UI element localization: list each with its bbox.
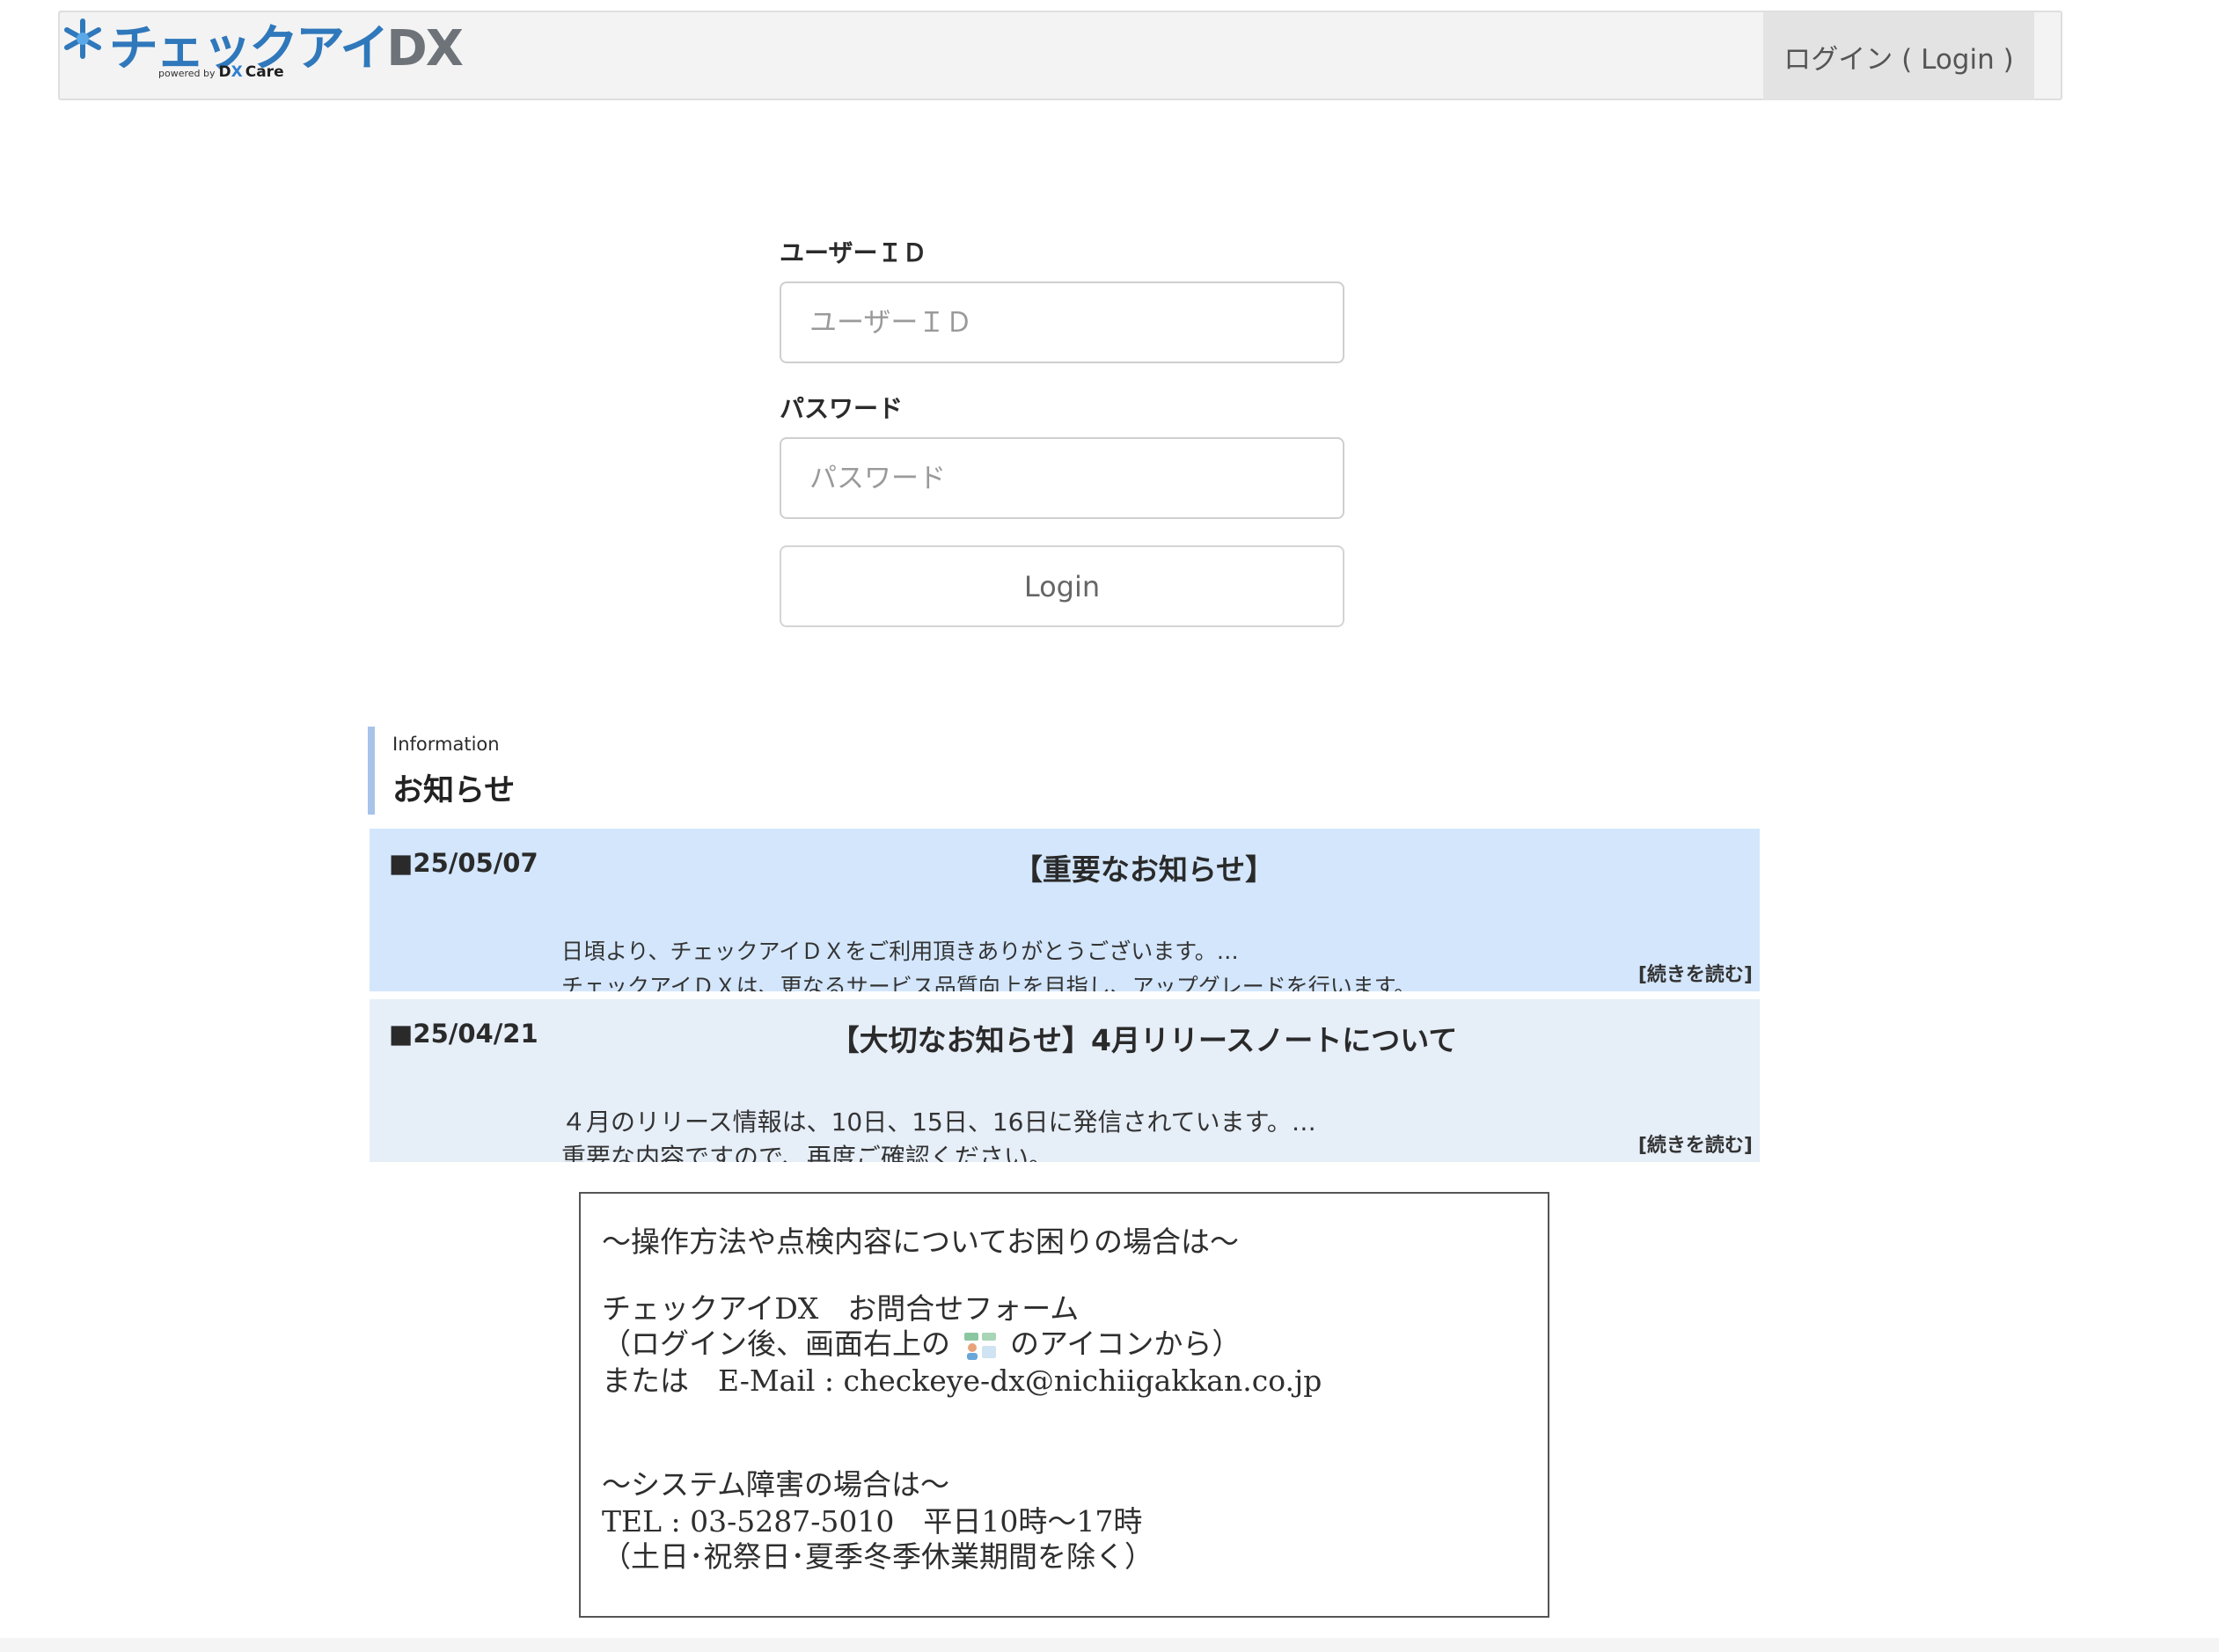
notice-body: 日頃より、チェックアイＤＸをご利用頂きありがとうございます。… チェックアイＤＸ… (561, 939, 1417, 991)
logo[interactable]: チェックアイDX powered by DX Care (60, 12, 464, 100)
info-title: お知らせ (392, 773, 516, 808)
notice-title: 【重要なお知らせ】 (1013, 852, 1275, 887)
support-contact-box: ～操作方法や点検内容についてお困りの場合は～ チェックアイDX お問合せフォーム… (579, 1192, 1549, 1618)
read-more-link[interactable]: [続きを読む] (1638, 1129, 1753, 1158)
notice-item[interactable]: ■25/05/07 【重要なお知らせ】 日頃より、チェックアイＤＸをご利用頂きあ… (370, 829, 1760, 991)
password-input[interactable] (780, 437, 1344, 519)
support-heading-system: ～システム障害の場合は～ (602, 1467, 950, 1502)
snowflake-icon (64, 18, 101, 59)
info-subtitle: Information (392, 734, 500, 755)
info-section-heading: Information お知らせ (368, 727, 861, 815)
inquiry-icon (964, 1333, 996, 1360)
notice-title: 【大切なお知らせ】4月リリースノートについて (830, 1023, 1458, 1057)
support-heading-operation: ～操作方法や点検内容についてお困りの場合は～ (602, 1224, 1240, 1259)
login-button[interactable]: Login (780, 545, 1344, 627)
support-form-line: チェックアイDX お問合せフォーム (602, 1291, 1080, 1326)
logo-powered-by: powered by DX Care (158, 63, 284, 81)
userid-input[interactable] (780, 281, 1344, 363)
notice-date: ■25/04/21 (389, 1019, 538, 1049)
notice-date: ■25/05/07 (389, 848, 538, 878)
support-tel-line: TEL : 03-5287-5010 平日10時～17時 (602, 1504, 1143, 1539)
support-form-note: （ログイン後、画面右上の のアイコンから） (602, 1327, 1241, 1361)
header-bar: チェックアイDX powered by DX Care ログイン ( Login ) (58, 11, 2062, 100)
support-tel-note: （土日･祝祭日･夏季冬季休業期間を除く） (602, 1539, 1153, 1574)
page-bottom-bar (0, 1638, 2219, 1652)
notice-body: ４月のリリース情報は、10日、15日、16日に発信されています。… 重要な内容で… (561, 1107, 1316, 1162)
password-label: パスワード (780, 394, 904, 423)
login-form: ユーザーＩＤ パスワード Login (780, 238, 1344, 627)
support-email-line: または E-Mail : checkeye-dx@nichiigakkan.co… (602, 1363, 1322, 1398)
notice-item[interactable]: ■25/04/21 【大切なお知らせ】4月リリースノートについて ４月のリリース… (370, 999, 1760, 1162)
userid-label: ユーザーＩＤ (780, 238, 927, 267)
login-nav-button[interactable]: ログイン ( Login ) (1763, 12, 2034, 100)
read-more-link[interactable]: [続きを読む] (1638, 959, 1753, 987)
